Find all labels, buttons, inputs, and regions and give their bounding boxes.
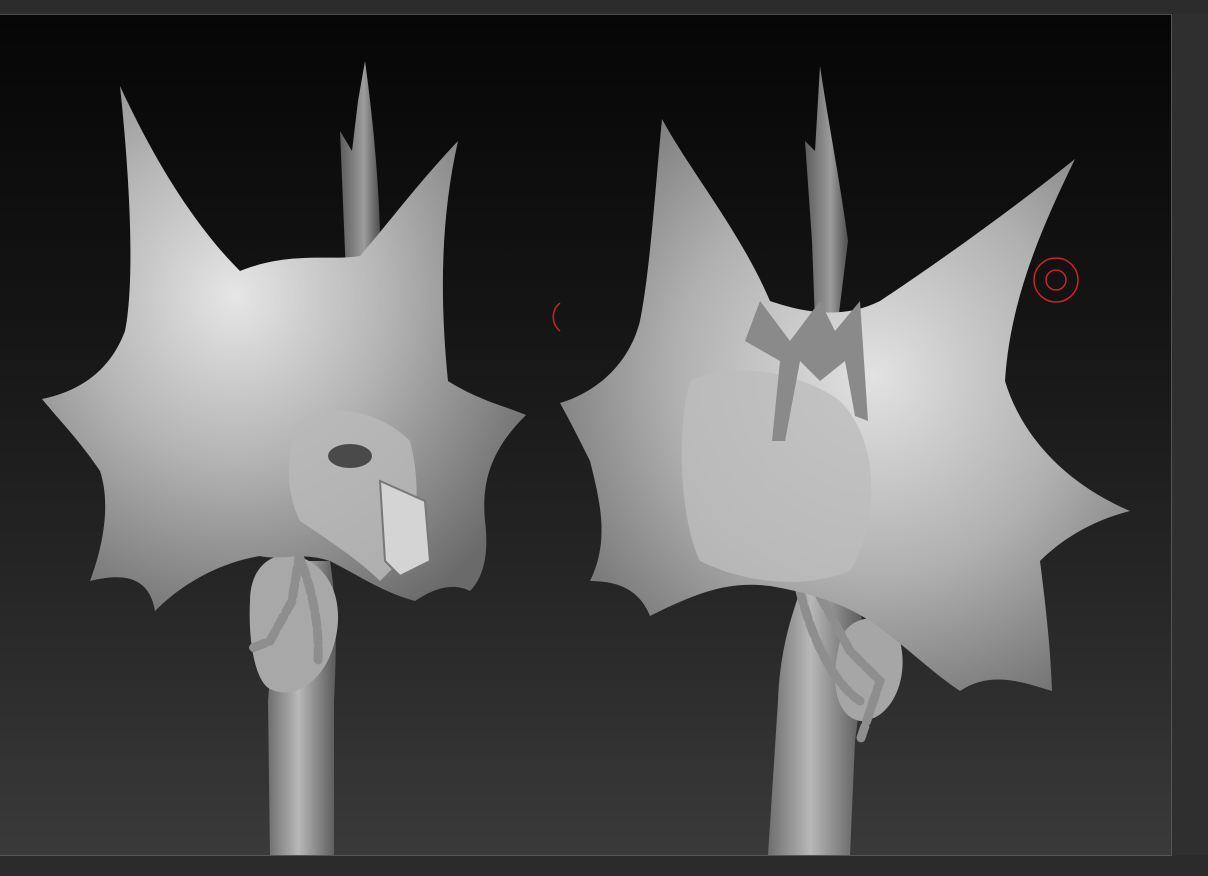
mace-head-right bbox=[560, 119, 1130, 691]
top-toolbar-edge bbox=[0, 0, 1208, 14]
mace-model-left[interactable] bbox=[42, 61, 526, 855]
right-shelf bbox=[1172, 14, 1208, 876]
draw-brush-cursor bbox=[1033, 257, 1079, 303]
eye-socket-left bbox=[328, 444, 372, 468]
mace-blade-right bbox=[805, 66, 848, 321]
bottom-shelf bbox=[0, 855, 1208, 876]
3d-viewport[interactable] bbox=[0, 14, 1172, 856]
mace-model-right[interactable] bbox=[560, 66, 1130, 855]
viewport-canvas[interactable] bbox=[0, 15, 1171, 855]
mace-head-left bbox=[42, 86, 526, 611]
partial-brush-cursor bbox=[552, 302, 561, 332]
